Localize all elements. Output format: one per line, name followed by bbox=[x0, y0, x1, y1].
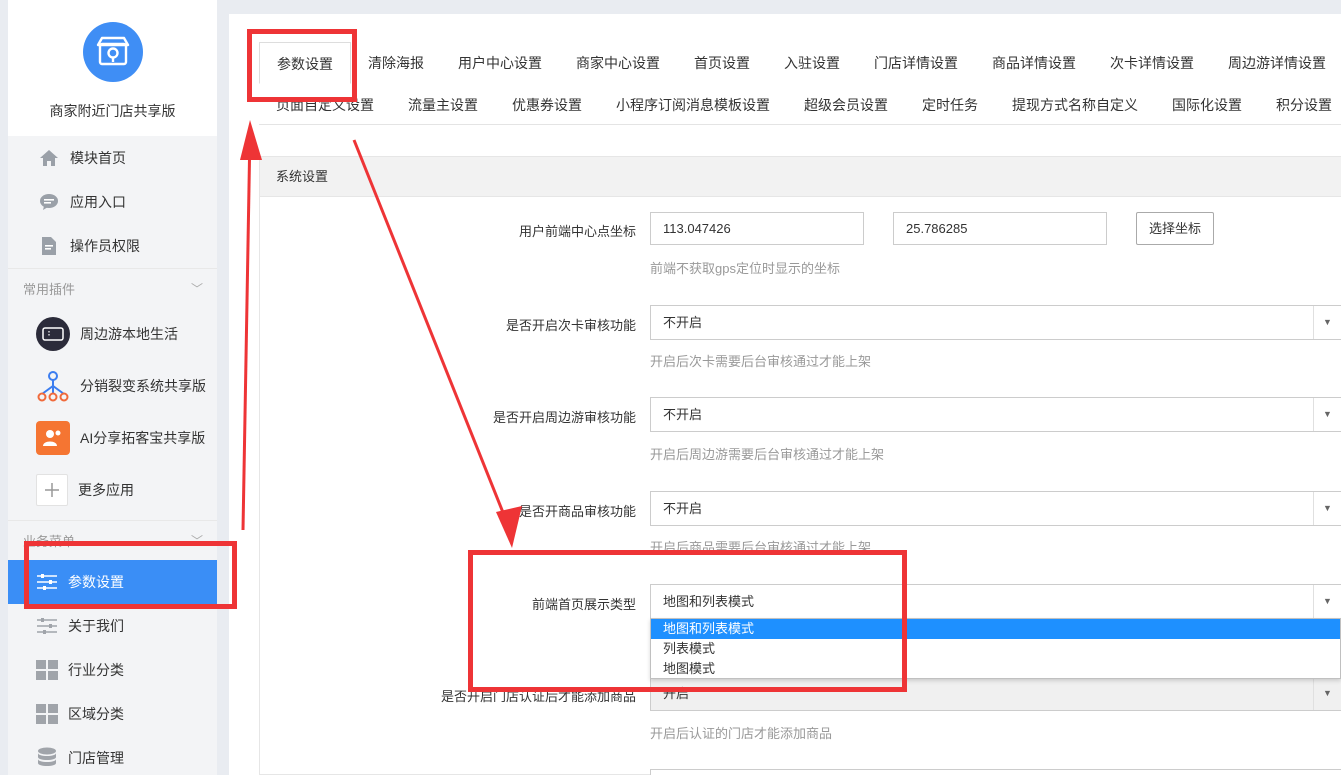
sidebar: 商家附近门店共享版 模块首页 应用入口 操作员权限 常用插件 ﹀ 周边游本地生活… bbox=[8, 0, 217, 775]
plugins-section-header[interactable]: 常用插件 ﹀ bbox=[8, 268, 217, 308]
sliders-icon bbox=[36, 615, 58, 637]
grid-icon bbox=[36, 659, 58, 681]
tab-tour-detail[interactable]: 周边游详情设置 bbox=[1211, 42, 1341, 84]
tab-merchant-center[interactable]: 商家中心设置 bbox=[559, 42, 677, 84]
sidebar-item-label: 关于我们 bbox=[68, 618, 124, 634]
caret-down-icon: ▼ bbox=[1313, 306, 1341, 339]
sidebar-item-region-category[interactable]: 区域分类 bbox=[8, 692, 217, 736]
settings-tabs: 参数设置 清除海报 用户中心设置 商家中心设置 首页设置 入驻设置 门店详情设置… bbox=[259, 42, 1341, 126]
tab-traffic-master[interactable]: 流量主设置 bbox=[391, 84, 495, 126]
tab-divider bbox=[259, 124, 1341, 125]
caret-down-icon: ▼ bbox=[1313, 585, 1341, 618]
app-header: 商家附近门店共享版 bbox=[8, 0, 217, 136]
tab-clear-poster[interactable]: 清除海报 bbox=[351, 42, 441, 84]
caret-down-icon: ▼ bbox=[1313, 677, 1341, 710]
tab-withdraw-names[interactable]: 提现方式名称自定义 bbox=[995, 84, 1155, 126]
grid-icon bbox=[36, 703, 58, 725]
sidebar-item-about-us[interactable]: 关于我们 bbox=[8, 604, 217, 648]
card-audit-select[interactable]: 不开启 ▼ bbox=[650, 305, 1341, 340]
ticket-icon bbox=[36, 317, 70, 351]
tab-subscribe-msg[interactable]: 小程序订阅消息模板设置 bbox=[599, 84, 787, 126]
sidebar-item-label: 操作员权限 bbox=[70, 238, 140, 254]
section-title: 常用插件 bbox=[23, 282, 76, 297]
chat-bubble-icon bbox=[38, 191, 60, 213]
annotation-box-tab bbox=[247, 29, 357, 102]
select-value: 不开启 bbox=[663, 315, 703, 330]
tab-user-center[interactable]: 用户中心设置 bbox=[441, 42, 559, 84]
tab-coupon[interactable]: 优惠券设置 bbox=[495, 84, 599, 126]
sidebar-item-operator-permissions[interactable]: 操作员权限 bbox=[8, 224, 217, 268]
chevron-down-icon: ﹀ bbox=[190, 282, 203, 296]
app-name: 商家附近门店共享版 bbox=[49, 103, 176, 119]
tab-card-detail[interactable]: 次卡详情设置 bbox=[1093, 42, 1211, 84]
tab-row-1: 参数设置 清除海报 用户中心设置 商家中心设置 首页设置 入驻设置 门店详情设置… bbox=[259, 42, 1341, 84]
card-audit-help: 开启后次卡需要后台审核通过才能上架 bbox=[650, 354, 872, 369]
plugin-label: 更多应用 bbox=[78, 482, 134, 498]
database-icon bbox=[36, 747, 58, 769]
plugin-label: AI分享拓客宝共享版 bbox=[80, 430, 206, 446]
plugin-item-ai-share[interactable]: AI分享拓客宝共享版 bbox=[8, 412, 217, 464]
longitude-input[interactable]: 113.047426 bbox=[650, 212, 864, 245]
panel-title: 系统设置 bbox=[260, 157, 1341, 197]
plugin-item-distribution[interactable]: 分销裂变系统共享版 bbox=[8, 360, 217, 412]
goods-audit-label: 是否开商品审核功能 bbox=[518, 504, 636, 519]
tab-super-member[interactable]: 超级会员设置 bbox=[787, 84, 905, 126]
sidebar-item-module-home[interactable]: 模块首页 bbox=[8, 136, 217, 180]
tab-goods-detail[interactable]: 商品详情设置 bbox=[975, 42, 1093, 84]
tab-i18n[interactable]: 国际化设置 bbox=[1155, 84, 1259, 126]
goods-audit-select[interactable]: 不开启 ▼ bbox=[650, 491, 1341, 526]
sidebar-item-label: 门店管理 bbox=[68, 750, 124, 766]
store-cert-help: 开启后认证的门店才能添加商品 bbox=[650, 726, 833, 741]
annotation-box-sidebar bbox=[24, 541, 237, 609]
tour-audit-select[interactable]: 不开启 ▼ bbox=[650, 397, 1341, 432]
choose-coordinate-button[interactable]: 选择坐标 bbox=[1136, 212, 1215, 245]
tab-store-detail[interactable]: 门店详情设置 bbox=[857, 42, 975, 84]
network-tree-icon bbox=[36, 369, 70, 403]
coord-label: 用户前端中心点坐标 bbox=[518, 224, 636, 239]
sidebar-item-label: 区域分类 bbox=[68, 706, 124, 722]
next-select-partial[interactable] bbox=[650, 769, 1341, 775]
plugin-item-local-life[interactable]: 周边游本地生活 bbox=[8, 308, 217, 360]
sidebar-item-label: 模块首页 bbox=[70, 150, 126, 166]
plugin-item-more-apps[interactable]: 更多应用 bbox=[8, 464, 217, 516]
caret-down-icon: ▼ bbox=[1313, 398, 1341, 431]
select-value: 不开启 bbox=[663, 501, 703, 516]
sidebar-item-industry-category[interactable]: 行业分类 bbox=[8, 648, 217, 692]
tab-home[interactable]: 首页设置 bbox=[677, 42, 767, 84]
sidebar-item-app-entry[interactable]: 应用入口 bbox=[8, 180, 217, 224]
tour-audit-help: 开启后周边游需要后台审核通过才能上架 bbox=[650, 447, 885, 462]
latitude-input[interactable]: 25.786285 bbox=[893, 212, 1107, 245]
tab-scheduled-task[interactable]: 定时任务 bbox=[905, 84, 995, 126]
ai-share-icon bbox=[36, 421, 70, 455]
coord-help: 前端不获取gps定位时显示的坐标 bbox=[650, 261, 840, 276]
plus-icon bbox=[36, 474, 68, 506]
select-value: 不开启 bbox=[663, 407, 703, 422]
card-audit-label: 是否开启次卡审核功能 bbox=[505, 318, 636, 333]
plugin-label: 分销裂变系统共享版 bbox=[80, 378, 206, 394]
plugin-label: 周边游本地生活 bbox=[80, 326, 178, 342]
tab-row-2: 页面自定义设置 流量主设置 优惠券设置 小程序订阅消息模板设置 超级会员设置 定… bbox=[259, 84, 1341, 126]
sidebar-item-label: 行业分类 bbox=[68, 662, 124, 678]
store-logo-icon bbox=[82, 22, 143, 82]
sidebar-item-label: 应用入口 bbox=[70, 194, 126, 210]
home-icon bbox=[38, 147, 60, 169]
tab-join[interactable]: 入驻设置 bbox=[767, 42, 857, 84]
tab-points[interactable]: 积分设置 bbox=[1259, 84, 1341, 126]
caret-down-icon: ▼ bbox=[1313, 492, 1341, 525]
annotation-box-dropdown bbox=[468, 550, 907, 692]
tour-audit-label: 是否开启周边游审核功能 bbox=[492, 410, 636, 425]
sidebar-item-store-management[interactable]: 门店管理 bbox=[8, 736, 217, 775]
document-edit-icon bbox=[38, 235, 60, 257]
